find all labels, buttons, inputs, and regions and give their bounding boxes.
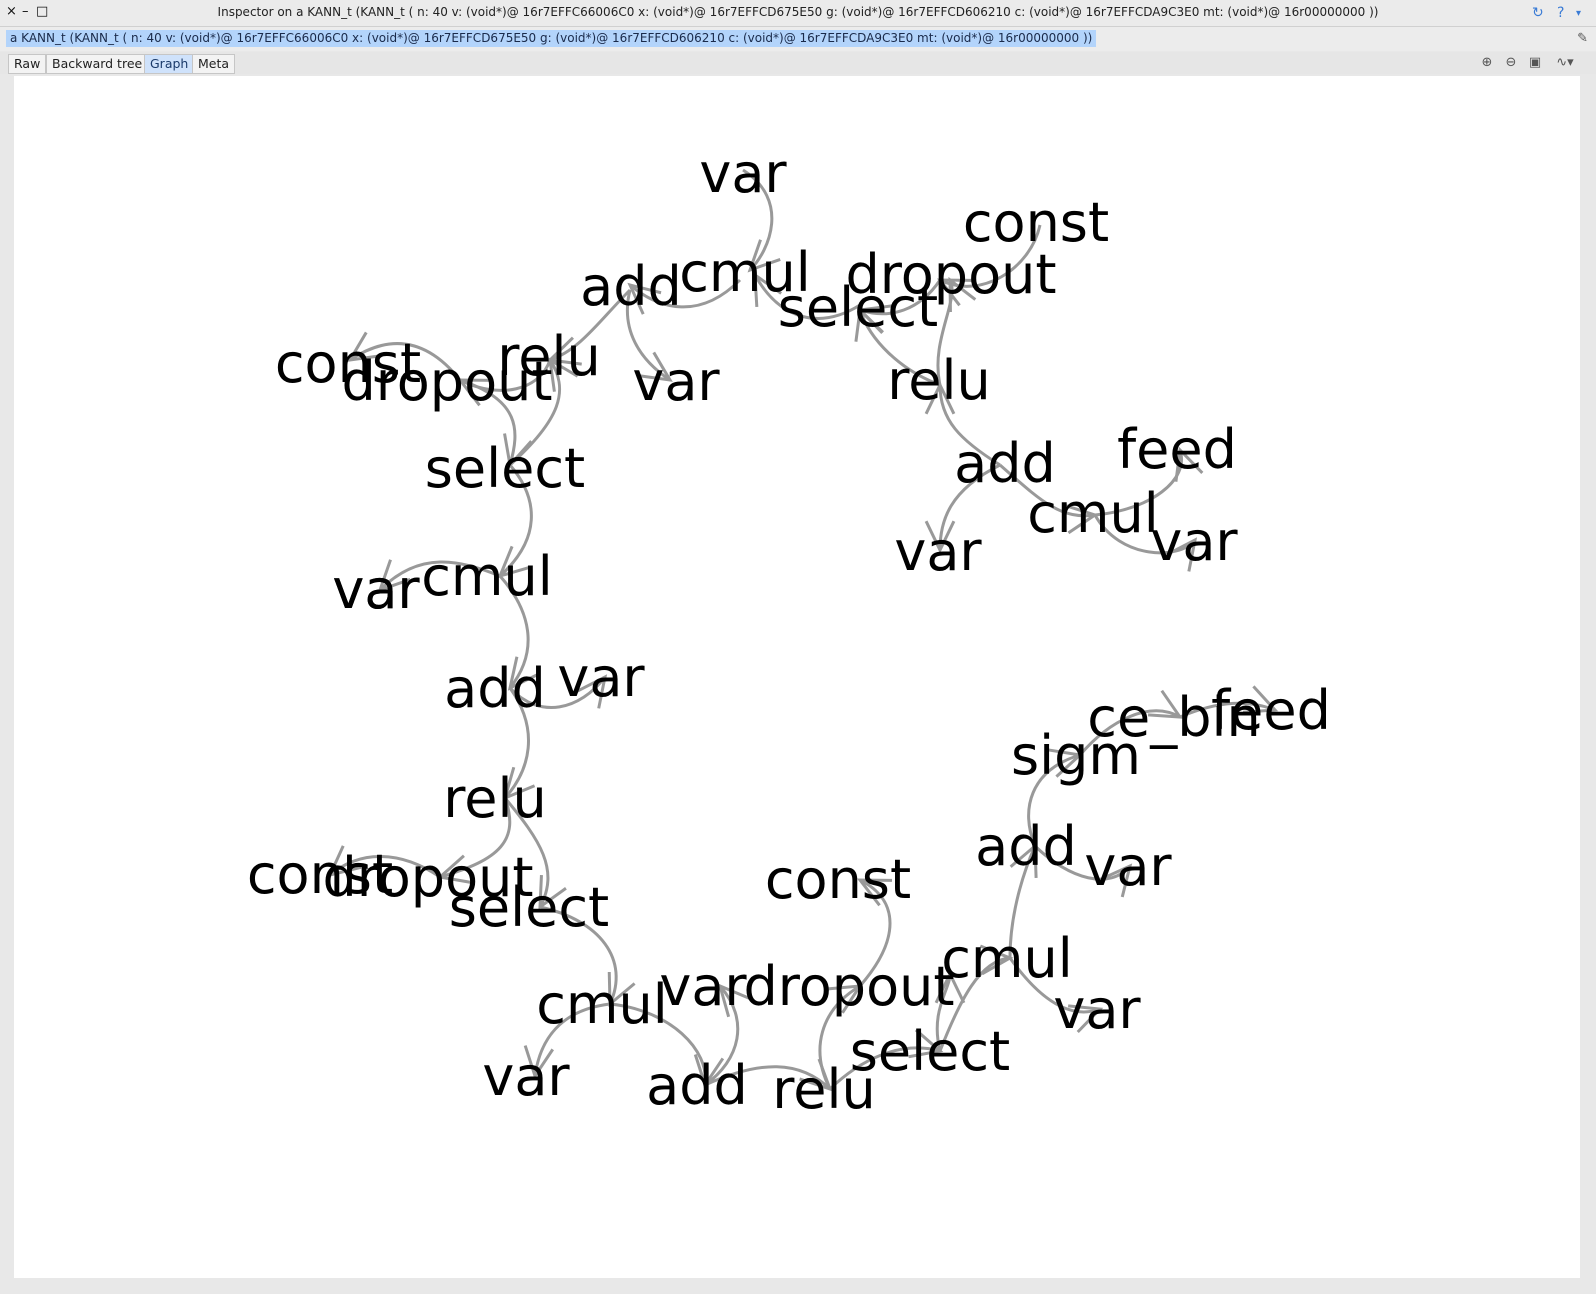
graph-node-var[interactable]: var (1084, 835, 1172, 898)
graph-node-cmul[interactable]: cmul (421, 545, 553, 608)
graph-node-cmul[interactable]: cmul (1027, 482, 1159, 545)
tab-backward-tree[interactable]: Backward tree (46, 54, 149, 74)
graph-node-add[interactable]: add (975, 815, 1077, 878)
chevron-down-icon[interactable]: ▾ (1576, 8, 1581, 19)
graph-node-cmul[interactable]: cmul (536, 973, 668, 1036)
graph-node-select[interactable]: select (449, 876, 609, 939)
breadcrumb-item[interactable]: a KANN_t (KANN_t ( n: 40 v: (void*)@ 16r… (6, 30, 1097, 47)
tab-bar: Raw Backward tree Graph Meta ⊕ ⊖ ▣ ∿▾ (0, 52, 1596, 74)
window-title: Inspector on a KANN_t (KANN_t ( n: 40 v:… (217, 5, 1379, 19)
tab-graph[interactable]: Graph (144, 54, 195, 74)
inspect-icon[interactable]: ✎ (1577, 31, 1588, 46)
graph-node-relu[interactable]: relu (887, 349, 990, 412)
title-bar: × – □ Inspector on a KANN_t (KANN_t ( n:… (0, 0, 1596, 27)
graph-canvas[interactable]: var const add cmul dropout select const relu dro… (14, 76, 1580, 1278)
zoom-in-icon[interactable]: ⊕ (1479, 55, 1495, 71)
graph-node-const[interactable]: const (765, 848, 911, 911)
graph-node-var[interactable]: var (1150, 510, 1238, 573)
graph-node-add[interactable]: add (580, 255, 682, 318)
graph-view[interactable]: varconstaddcmul dropoutselectconst reludro… (14, 76, 1580, 1278)
tab-raw[interactable]: Raw (8, 54, 47, 74)
refresh-icon[interactable]: ↻ (1532, 5, 1544, 21)
graph-node-var[interactable]: var (1053, 978, 1141, 1041)
graph-node-dropout[interactable]: dropout (341, 350, 552, 413)
breadcrumb: a KANN_t (KANN_t ( n: 40 v: (void*)@ 16r… (0, 27, 1596, 51)
help-icon[interactable]: ? (1557, 5, 1564, 21)
graph-node-var[interactable]: var (632, 350, 720, 413)
tab-meta[interactable]: Meta (192, 54, 236, 74)
graph-node-select[interactable]: select (778, 276, 938, 339)
zoom-out-icon[interactable]: ⊖ (1503, 55, 1519, 71)
graph-node-relu[interactable]: relu (772, 1058, 875, 1121)
graph-node-relu[interactable]: relu (443, 767, 546, 830)
zoom-fit-icon[interactable]: ▣ (1527, 55, 1543, 71)
graph-node-select[interactable]: select (425, 437, 585, 500)
graph-node-add[interactable]: add (646, 1054, 748, 1117)
graph-node-dropout[interactable]: dropout (743, 955, 954, 1018)
graph-nodes: varconstaddcmul dropoutselectconst reludro… (247, 142, 1331, 1121)
graph-node-add[interactable]: add (444, 657, 546, 720)
graph-node-var[interactable]: var (659, 955, 747, 1018)
graph-node-var[interactable]: var (894, 520, 982, 583)
settings-icon[interactable]: ∿▾ (1550, 55, 1580, 71)
graph-node-var[interactable]: var (332, 558, 420, 621)
graph-node-feed[interactable]: feed (1117, 418, 1237, 481)
graph-node-sigm[interactable]: sigm (1011, 724, 1141, 787)
graph-node-var[interactable]: var (699, 142, 787, 205)
graph-node-var[interactable]: var (557, 646, 645, 709)
graph-node-var[interactable]: var (482, 1045, 570, 1108)
